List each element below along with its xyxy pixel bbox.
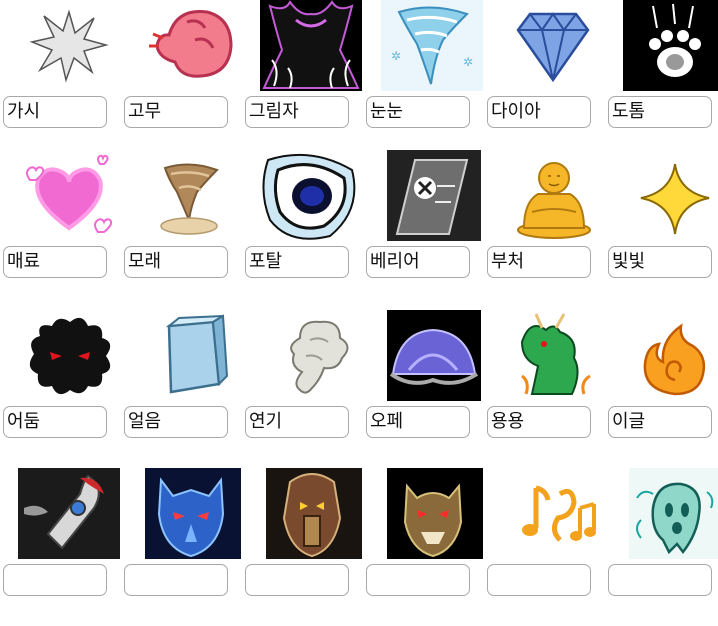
fruit-item-11[interactable]: 부처	[484, 150, 594, 308]
fruit-label-19	[3, 564, 107, 596]
snow-tornado-icon: ✲ ✲	[381, 0, 483, 91]
fruit-label-4: 눈눈	[366, 96, 470, 128]
fruit-item-6[interactable]: 도톰	[605, 0, 718, 158]
demon-mask-icon	[381, 468, 483, 559]
smoke-icon	[260, 310, 362, 401]
barrier-icon	[381, 150, 483, 241]
fruit-label-14: 얼음	[124, 406, 228, 438]
sand-tornado-icon	[139, 150, 241, 241]
fruit-item-2[interactable]: 고무	[121, 0, 233, 158]
dome-icon	[381, 310, 483, 401]
svg-text:✲: ✲	[463, 55, 473, 69]
armored-beast-icon	[260, 468, 362, 559]
fruit-label-16: 오페	[366, 406, 470, 438]
portal-icon	[260, 150, 362, 241]
ice-cube-icon	[139, 310, 241, 401]
darkness-icon	[18, 310, 120, 401]
diamond-icon	[502, 0, 604, 91]
ghost-icon	[623, 468, 718, 559]
fruit-label-13: 어둠	[3, 406, 107, 438]
fruit-item-24[interactable]	[605, 468, 718, 626]
fruit-item-10[interactable]: 베리어	[363, 150, 481, 308]
fruit-label-11: 부처	[487, 246, 591, 278]
fruit-item-5[interactable]: 다이아	[484, 0, 594, 158]
spike-icon	[18, 0, 120, 91]
fruit-label-9: 포탈	[245, 246, 349, 278]
rocket-icon	[18, 468, 120, 559]
fruit-label-1: 가시	[3, 96, 107, 128]
blue-beast-icon	[139, 468, 241, 559]
light-star-icon	[623, 150, 718, 241]
fruit-label-24	[608, 564, 712, 596]
rubber-fist-icon	[139, 0, 241, 91]
fruit-label-23	[487, 564, 591, 596]
fruit-label-2: 고무	[124, 96, 228, 128]
fruit-item-19[interactable]	[0, 468, 120, 626]
fruit-label-5: 다이아	[487, 96, 591, 128]
fruit-item-8[interactable]: 모래	[121, 150, 231, 308]
fruit-item-21[interactable]	[242, 468, 362, 626]
music-notes-icon	[502, 468, 604, 559]
fruit-item-4[interactable]: ✲ ✲ 눈눈	[363, 0, 483, 158]
fruit-item-9[interactable]: 포탈	[242, 150, 362, 308]
fruit-item-18[interactable]: 이글	[605, 310, 715, 468]
fruit-label-21	[245, 564, 349, 596]
fruit-item-17[interactable]: 용용	[484, 310, 594, 468]
fruit-label-12: 빛빛	[608, 246, 712, 278]
fruit-item-1[interactable]: 가시	[0, 0, 110, 158]
fruit-label-22	[366, 564, 470, 596]
fruit-item-23[interactable]	[484, 468, 596, 626]
fruit-item-12[interactable]: 빛빛	[605, 150, 715, 308]
svg-text:✲: ✲	[391, 49, 401, 63]
flame-icon	[623, 310, 718, 401]
fruit-label-7: 매료	[3, 246, 107, 278]
fruit-label-8: 모래	[124, 246, 228, 278]
fruit-label-3: 그림자	[245, 96, 349, 128]
fruit-label-15: 연기	[245, 406, 349, 438]
fruit-label-10: 베리어	[366, 246, 470, 278]
fruit-label-17: 용용	[487, 406, 591, 438]
fruit-item-13[interactable]: 어둠	[0, 310, 111, 468]
fruit-item-14[interactable]: 얼음	[121, 310, 231, 468]
fruit-label-20	[124, 564, 228, 596]
paw-icon	[623, 0, 718, 91]
buddha-icon	[502, 150, 604, 241]
fruit-item-3[interactable]: 그림자	[242, 0, 362, 158]
fruit-item-16[interactable]: 오페	[363, 310, 481, 468]
fruit-label-6: 도톰	[608, 96, 712, 128]
fruit-item-15[interactable]: 연기	[242, 310, 352, 468]
fruit-item-7[interactable]: 매료	[0, 150, 113, 308]
fruit-item-22[interactable]	[363, 468, 483, 626]
shadow-icon	[260, 0, 362, 91]
fruit-item-20[interactable]	[121, 468, 241, 626]
dragon-icon	[502, 310, 604, 401]
fruit-label-18: 이글	[608, 406, 712, 438]
heart-icon	[18, 150, 120, 241]
